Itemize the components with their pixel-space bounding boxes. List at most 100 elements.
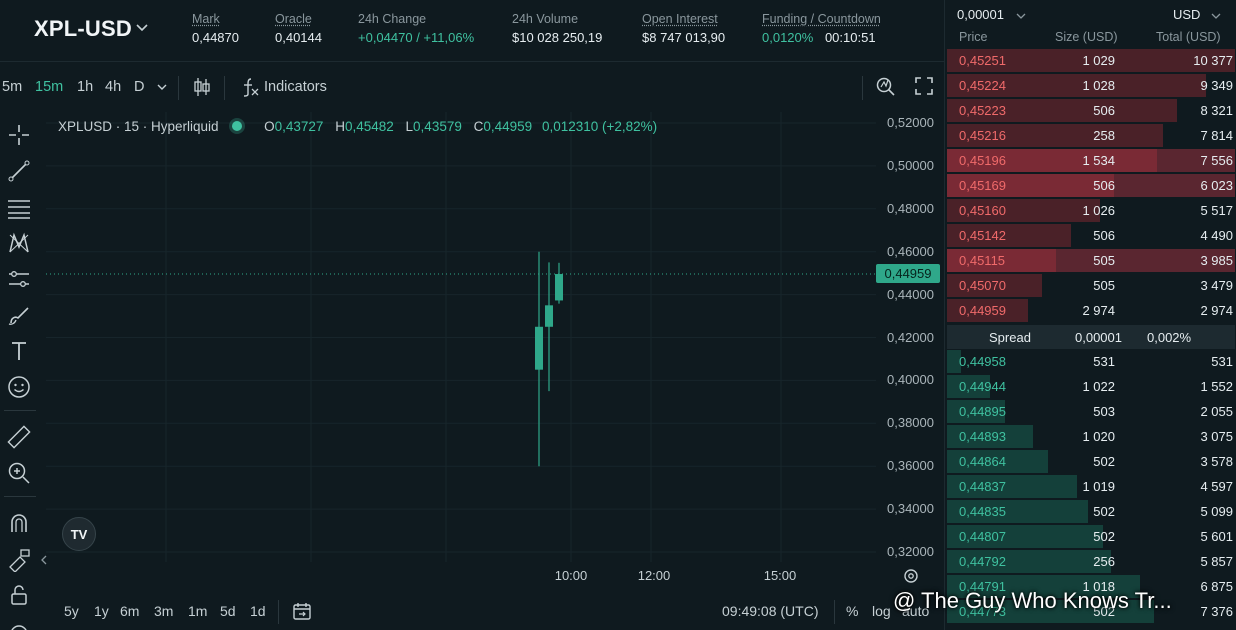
tick-size-select[interactable]: 0,00001 — [957, 7, 1004, 22]
fullscreen-icon[interactable] — [914, 76, 934, 96]
calendar-goto-icon[interactable] — [292, 601, 312, 621]
stat-label[interactable]: Oracle — [275, 12, 322, 26]
bid-row[interactable]: 0,44895 503 2 055 — [947, 400, 1235, 423]
ask-row[interactable]: 0,45169 506 6 023 — [947, 174, 1235, 197]
bid-row[interactable]: 0,44944 1 022 1 552 — [947, 375, 1235, 398]
chevron-down-icon[interactable] — [156, 81, 168, 93]
header-size: Size (USD) — [1055, 30, 1118, 44]
range-5d[interactable]: 5d — [220, 603, 236, 619]
order-price: 0,44895 — [959, 404, 1006, 419]
timeframe-d[interactable]: D — [134, 79, 144, 95]
header-price: Price — [959, 30, 988, 44]
stat-mark: Mark 0,44870 — [192, 12, 239, 45]
forecast-icon[interactable] — [6, 266, 32, 292]
horizontal-lines-icon[interactable] — [6, 194, 32, 220]
timeframe-15m[interactable]: 15m — [35, 79, 63, 95]
stat-label[interactable]: Open Interest — [642, 12, 725, 26]
text-icon[interactable] — [6, 338, 32, 364]
ask-row[interactable]: 0,45070 505 3 479 — [947, 274, 1235, 297]
visibility-icon[interactable] — [6, 618, 32, 630]
range-1d[interactable]: 1d — [250, 603, 266, 619]
spread-row: Spread 0,00001 0,002% — [947, 325, 1235, 349]
live-status-icon — [232, 121, 243, 131]
fx-icon[interactable] — [240, 76, 260, 98]
settings-icon[interactable] — [903, 568, 919, 584]
bid-row[interactable]: 0,44893 1 020 3 075 — [947, 425, 1235, 448]
candle[interactable] — [555, 262, 563, 304]
order-size: 1 022 — [1082, 379, 1115, 394]
bid-row[interactable]: 0,44864 502 3 578 — [947, 450, 1235, 473]
lock-drawings-icon[interactable] — [6, 546, 32, 573]
divider — [4, 496, 36, 497]
currency-select[interactable]: USD — [1173, 7, 1200, 22]
bid-row[interactable]: 0,44835 502 5 099 — [947, 500, 1235, 523]
percent-toggle[interactable]: % — [846, 603, 858, 619]
chevron-down-icon[interactable] — [134, 19, 150, 35]
crosshair-icon[interactable] — [6, 122, 32, 148]
x-tick-label: 10:00 — [554, 568, 588, 583]
order-size: 502 — [1093, 454, 1115, 469]
stat-label[interactable]: Funding / Countdown — [762, 12, 881, 26]
order-total: 5 601 — [1200, 529, 1233, 544]
price-chart[interactable] — [46, 112, 876, 562]
y-tick-label: 0,32000 — [887, 544, 934, 559]
time-axis[interactable]: 10:00 12:00 15:00 — [46, 566, 876, 586]
legend-h-key: H — [335, 119, 345, 134]
range-5y[interactable]: 5y — [64, 603, 79, 619]
divider — [862, 76, 863, 100]
candlestick-plot[interactable] — [46, 112, 876, 562]
bid-row[interactable]: 0,44792 256 5 857 — [947, 550, 1235, 573]
candlestick-type-icon[interactable] — [191, 76, 213, 98]
spread-value: 0,00001 — [1075, 330, 1122, 345]
ask-row[interactable]: 0,45196 1 534 7 556 — [947, 149, 1235, 172]
indicators-button[interactable]: Indicators — [264, 79, 327, 95]
brush-icon[interactable] — [6, 302, 32, 328]
range-3m[interactable]: 3m — [154, 603, 173, 619]
order-size: 505 — [1093, 278, 1115, 293]
trend-line-icon[interactable] — [6, 158, 32, 184]
pair-selector-label[interactable]: XPL-USD — [34, 16, 132, 42]
range-bar: 5y 1y 6m 3m 1m 5d 1d 09:49:08 (UTC) % lo… — [46, 592, 944, 630]
tradingview-logo[interactable]: TV — [62, 517, 96, 551]
bid-row[interactable]: 0,44958 531 531 — [947, 350, 1235, 373]
x-tick-label: 12:00 — [637, 568, 671, 583]
range-1y[interactable]: 1y — [94, 603, 109, 619]
magnet-icon[interactable] — [6, 510, 32, 536]
bid-row[interactable]: 0,44807 502 5 601 — [947, 525, 1235, 548]
ask-row[interactable]: 0,45216 258 7 814 — [947, 124, 1235, 147]
stat-label[interactable]: Mark — [192, 12, 239, 26]
alert-zoom-icon[interactable] — [875, 75, 897, 97]
order-size: 256 — [1093, 554, 1115, 569]
candle-body — [545, 305, 553, 327]
candle[interactable] — [545, 262, 553, 392]
ask-row[interactable]: 0,45142 506 4 490 — [947, 224, 1235, 247]
price-axis[interactable]: 0,52000 0,50000 0,48000 0,46000 0,44000 0,420… — [876, 112, 944, 562]
timeframe-1h[interactable]: 1h — [77, 79, 93, 95]
utc-clock[interactable]: 09:49:08 (UTC) — [722, 603, 818, 619]
ask-row[interactable]: 0,44959 2 974 2 974 — [947, 299, 1235, 322]
ask-row[interactable]: 0,45160 1 026 5 517 — [947, 199, 1235, 222]
ask-row[interactable]: 0,45115 505 3 985 — [947, 249, 1235, 272]
stat-value: 0,0120% 00:10:51 — [762, 30, 881, 45]
ask-row[interactable]: 0,45223 506 8 321 — [947, 99, 1235, 122]
log-toggle[interactable]: log — [872, 603, 891, 619]
ask-row[interactable]: 0,45224 1 028 9 349 — [947, 74, 1235, 97]
order-price: 0,44835 — [959, 504, 1006, 519]
timeframe-5m[interactable]: 5m — [2, 79, 22, 95]
range-1m[interactable]: 1m — [188, 603, 207, 619]
pattern-icon[interactable] — [6, 230, 32, 256]
lock-icon[interactable] — [6, 582, 32, 608]
chevron-down-icon[interactable] — [1015, 10, 1027, 22]
emoji-icon[interactable] — [6, 374, 32, 400]
ruler-icon[interactable] — [6, 424, 32, 450]
timeframe-4h[interactable]: 4h — [105, 79, 121, 95]
order-price: 0,45251 — [959, 53, 1006, 68]
bid-row[interactable]: 0,44837 1 019 4 597 — [947, 475, 1235, 498]
zoom-in-icon[interactable] — [6, 460, 32, 486]
candle[interactable] — [535, 251, 543, 467]
ask-row[interactable]: 0,45251 1 029 10 377 — [947, 49, 1235, 72]
range-6m[interactable]: 6m — [120, 603, 139, 619]
divider — [834, 600, 835, 624]
y-tick-label: 0,52000 — [887, 115, 934, 130]
chevron-down-icon[interactable] — [1210, 10, 1222, 22]
